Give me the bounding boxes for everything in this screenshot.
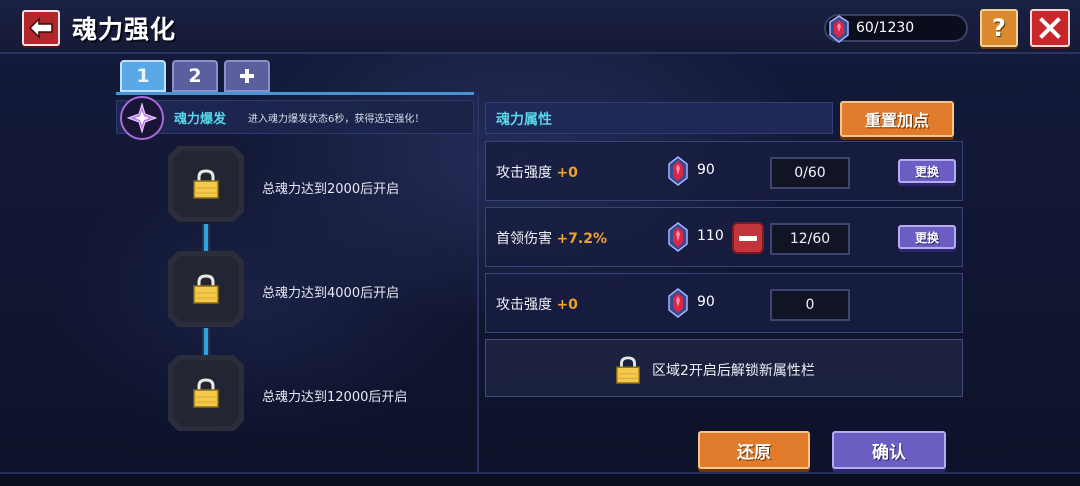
soul-currency-value: 60/1230 [856,20,915,36]
tab-add[interactable] [224,60,270,92]
attribute-name: 攻击强度 +0 [496,294,578,314]
node-connector [202,224,210,254]
tab-1-label: 1 [136,65,150,87]
attribute-count: 0/60 [770,157,850,189]
reset-points-label: 重置加点 [864,111,929,130]
soul-gem-icon [668,288,688,318]
close-button[interactable] [1030,9,1070,47]
back-button[interactable] [22,10,60,46]
attribute-row: 攻击强度 +0 90 0/60 更换 [485,141,963,201]
unlock-node-3[interactable] [168,355,244,431]
swap-label: 更换 [914,230,939,245]
lock-icon [193,274,219,304]
lock-icon [616,356,640,384]
swap-button[interactable]: 更换 [898,225,956,249]
tab-2[interactable]: 2 [172,60,218,92]
attribute-name-text: 攻击强度 [496,165,552,181]
attribute-count: 12/60 [770,223,850,255]
attribute-name-text: 攻击强度 [496,297,552,313]
attribute-cost: 90 [697,294,715,310]
lock-icon [193,169,219,199]
soul-burst-icon[interactable] [120,96,164,140]
unlock-node-2[interactable] [168,251,244,327]
confirm-button[interactable]: 确认 [832,431,946,469]
locked-attribute-slot: 区域2开启后解锁新属性栏 [485,339,963,397]
attribute-bonus: +0 [556,297,578,313]
attributes-header: 魂力属性 [485,102,833,134]
swap-label: 更换 [914,164,939,179]
tab-underline [116,92,474,95]
node-connector [202,328,210,358]
unlock-node-2-label: 总魂力达到4000后开启 [262,286,400,301]
unlock-node-1-label: 总魂力达到2000后开启 [262,182,400,197]
attribute-bonus: +0 [556,165,578,181]
soul-currency-counter: 60/1230 [824,14,968,43]
attribute-name-text: 首领伤害 [496,231,552,247]
close-x-icon [1039,17,1061,39]
attribute-name: 首领伤害 +7.2% [496,228,607,248]
soul-gem-icon [829,15,849,43]
attribute-cost: 90 [697,162,715,178]
lock-icon [193,378,219,408]
unlock-node-3-label: 总魂力达到12000后开启 [262,390,408,405]
burst-title: 魂力爆发 [174,112,227,127]
arrow-left-icon [28,17,53,39]
help-icon: ? [992,14,1006,42]
attributes-header-label: 魂力属性 [496,112,552,128]
attribute-row: 攻击强度 +0 90 0 [485,273,963,333]
attribute-name: 攻击强度 +0 [496,162,578,182]
bottom-edge [0,472,1080,486]
restore-button[interactable]: 还原 [698,431,810,469]
soul-gem-icon [668,156,688,186]
attribute-cost: 110 [697,228,724,244]
locked-slot-text: 区域2开启后解锁新属性栏 [652,363,815,379]
page-title: 魂力强化 [72,15,177,44]
soul-gem-icon [668,222,688,252]
star-burst-icon [126,102,158,134]
tab-2-label: 2 [188,65,202,87]
attribute-row: 首领伤害 +7.2% 110 12/60 更换 [485,207,963,267]
unlock-node-1[interactable] [168,146,244,222]
panel-divider [477,95,479,472]
attribute-bonus: +7.2% [556,231,608,247]
minus-icon [739,235,757,241]
attribute-count[interactable]: 0 [770,289,850,321]
minus-button[interactable] [732,222,764,254]
confirm-label: 确认 [872,442,906,463]
burst-description: 进入魂力爆发状态6秒，获得选定强化！ [248,114,425,125]
tab-1[interactable]: 1 [120,60,166,92]
reset-points-button[interactable]: 重置加点 [840,101,954,137]
help-button[interactable]: ? [980,9,1018,47]
plus-icon [240,69,254,83]
swap-button[interactable]: 更换 [898,159,956,183]
restore-label: 还原 [737,442,771,463]
